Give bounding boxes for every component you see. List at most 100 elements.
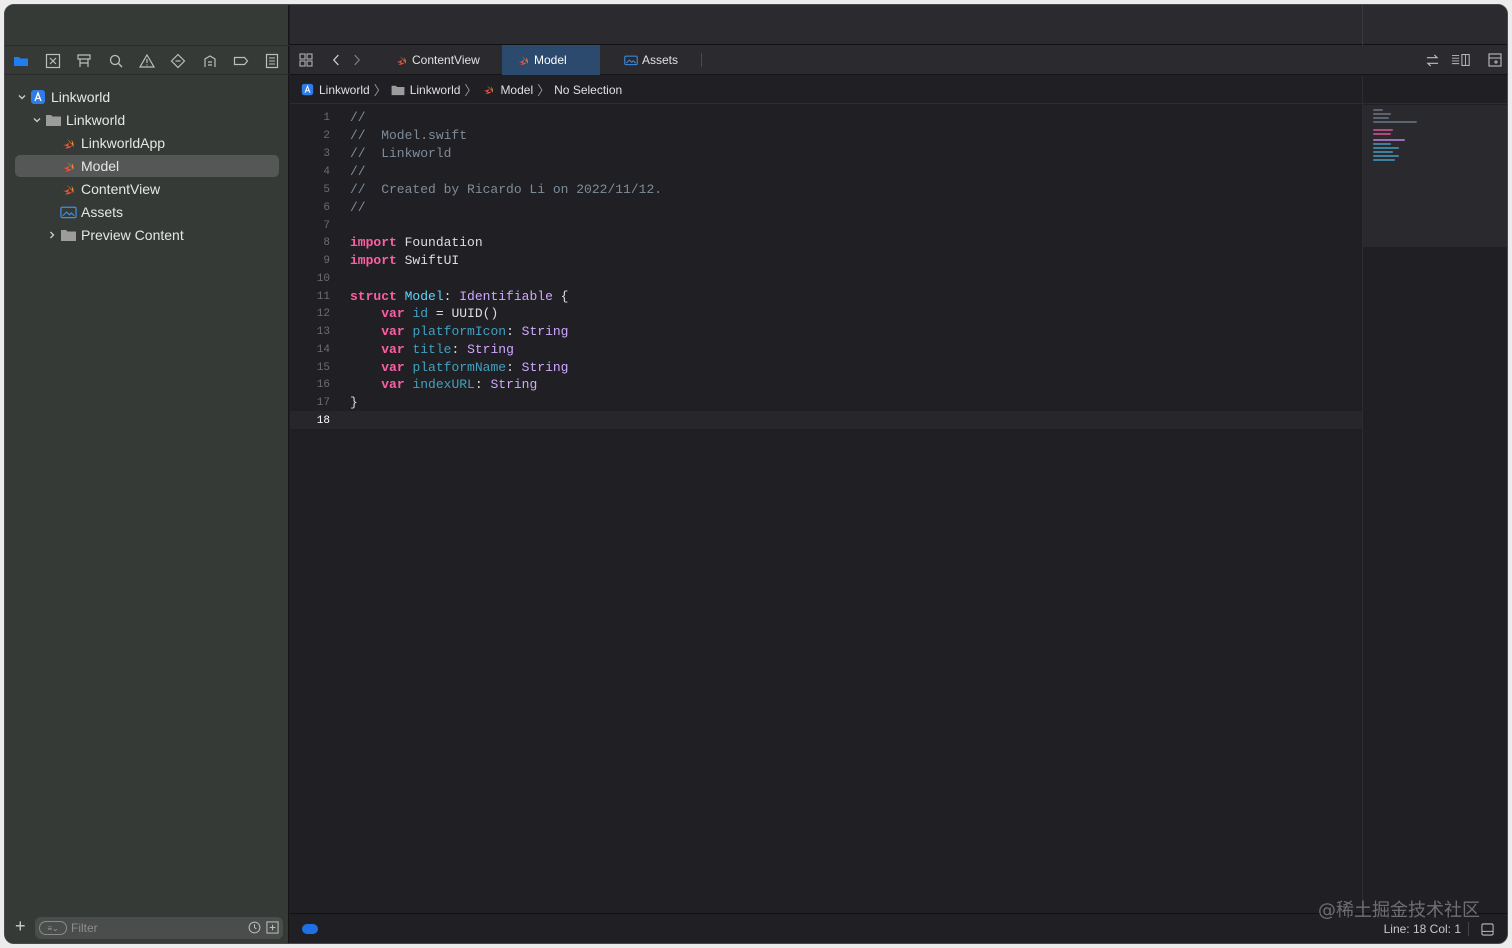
chevron-down-icon[interactable]: [15, 90, 29, 104]
folder-icon: [44, 112, 62, 128]
toolbar-divider: [1362, 5, 1363, 45]
minimap-line: [1373, 113, 1391, 115]
symbol-icon[interactable]: [74, 51, 94, 71]
code-line: var platformName: String: [350, 359, 1362, 377]
breadcrumb-folder[interactable]: Linkworld: [391, 83, 460, 97]
line-number: 3: [323, 148, 330, 160]
tree-item-linkworldapp[interactable]: LinkworldApp: [15, 132, 279, 154]
report-icon[interactable]: [262, 51, 282, 71]
grid-icon[interactable]: [298, 52, 314, 68]
filter-field: ≡⌄: [35, 917, 283, 939]
tab-contentview[interactable]: ContentView: [380, 45, 494, 75]
tree-item-model[interactable]: Model: [15, 155, 279, 177]
code-line: var id = UUID(): [350, 305, 1362, 323]
keyword-token: var: [381, 377, 405, 392]
type-ref-token: String: [521, 324, 569, 339]
breadcrumb-symbol[interactable]: No Selection: [554, 83, 622, 97]
tree-item-assets[interactable]: Assets: [15, 201, 279, 223]
test-diamond-icon[interactable]: [168, 51, 188, 71]
code-token: SwiftUI: [396, 253, 460, 268]
filter-options-icon[interactable]: ≡⌄: [39, 921, 67, 935]
tab-model[interactable]: Model: [502, 45, 600, 75]
minimap-line: [1373, 147, 1399, 149]
code-line: struct Model: Identifiable {: [350, 288, 1362, 306]
forward-chevron-icon[interactable]: [348, 52, 364, 68]
code-token: :: [506, 324, 522, 339]
swift-icon: [481, 83, 495, 97]
tree-item-project[interactable]: Linkworld: [15, 86, 279, 108]
status-divider: [1468, 922, 1469, 936]
minimap-line: [1373, 117, 1389, 119]
chevron-right-icon: 〉: [373, 83, 387, 98]
editor-options-icon[interactable]: [1450, 52, 1472, 68]
swift-icon: [516, 53, 530, 67]
jump-bar-breadcrumb: Linkworld 〉 Linkworld 〉 Model 〉 No Selec…: [290, 76, 1507, 104]
code-line: // Created by Ricardo Li on 2022/11/12.: [350, 182, 663, 197]
source-control-filter-icon[interactable]: [265, 920, 279, 934]
property-token: platformIcon: [412, 324, 507, 339]
editor-area: ContentView Model Assets Linkworld 〉 Lin…: [290, 5, 1507, 943]
type-ref-token: String: [467, 342, 514, 357]
folder-icon[interactable]: [11, 51, 31, 71]
line-number: 12: [316, 308, 330, 320]
recent-files-clock-icon[interactable]: [247, 920, 261, 934]
chevron-down-icon[interactable]: [30, 113, 44, 127]
tab-label: ContentView: [412, 53, 480, 67]
tree-item-label: Assets: [81, 204, 124, 220]
source-control-icon[interactable]: [43, 51, 63, 71]
chevron-right-icon[interactable]: [45, 228, 59, 242]
tree-item-preview-content[interactable]: Preview Content: [15, 224, 279, 246]
minimap-line: [1373, 121, 1417, 123]
xcode-project-icon: [300, 83, 314, 97]
breakpoint-icon[interactable]: [231, 51, 251, 71]
line-number: 1: [323, 112, 330, 124]
back-chevron-icon[interactable]: [328, 52, 344, 68]
minimap-line: [1373, 129, 1393, 131]
code-token: :: [506, 360, 522, 375]
property-token: platformName: [412, 360, 507, 375]
asset-catalog-icon: [59, 204, 77, 220]
line-number: 15: [316, 362, 330, 374]
source-editor[interactable]: 1 2 3 4 5 6 7 8 9 10 11 12 13 14 15 16 1…: [290, 105, 1362, 913]
xcode-project-icon: [29, 89, 47, 105]
minimap-line: [1373, 155, 1399, 157]
watermark: @稀土掘金技术社区: [1318, 900, 1480, 921]
code-line: import SwiftUI: [350, 252, 1362, 270]
line-number: 11: [316, 291, 330, 303]
line-number: 14: [316, 344, 330, 356]
window-toolbar: [290, 5, 1507, 45]
line-number: 9: [323, 255, 330, 267]
add-editor-icon[interactable]: [1487, 52, 1503, 68]
line-number: 5: [323, 184, 330, 196]
minimap-line: [1373, 159, 1395, 161]
line-number-gutter: 1 2 3 4 5 6 7 8 9 10 11 12 13 14 15 16 1…: [290, 105, 338, 913]
tree-item-label: Preview Content: [81, 227, 184, 243]
breadcrumb-file[interactable]: Model: [481, 83, 533, 97]
code-line: // Linkworld: [350, 146, 452, 161]
code-line: import Foundation: [350, 234, 1362, 252]
tab-label: Model: [534, 53, 567, 67]
keyword-token: struct: [350, 289, 397, 304]
tab-assets[interactable]: Assets: [610, 45, 692, 75]
console-toggle-icon[interactable]: [302, 924, 318, 934]
tree-item-group-linkworld[interactable]: Linkworld: [15, 109, 279, 131]
search-icon[interactable]: [106, 51, 126, 71]
tree-item-contentview[interactable]: ContentView: [15, 178, 279, 200]
minimap[interactable]: [1363, 105, 1507, 247]
navigator-tab-bar: [5, 45, 289, 75]
hide-debug-area-icon[interactable]: [1479, 921, 1495, 937]
swift-icon: [394, 53, 408, 67]
line-number: 17: [316, 397, 330, 409]
filter-input[interactable]: [71, 921, 241, 935]
debug-icon[interactable]: [200, 51, 220, 71]
add-icon[interactable]: +: [15, 917, 31, 935]
breadcrumb-project[interactable]: Linkworld: [300, 83, 370, 97]
current-line-highlight: [290, 411, 1362, 429]
folder-icon: [59, 227, 77, 243]
tree-item-label: Model: [81, 158, 120, 174]
warning-icon[interactable]: [137, 51, 157, 71]
type-ref-token: Identifiable: [459, 289, 553, 304]
type-ref-token: String: [490, 377, 538, 392]
line-number: 2: [323, 130, 330, 142]
swap-arrows-icon[interactable]: [1424, 52, 1440, 68]
